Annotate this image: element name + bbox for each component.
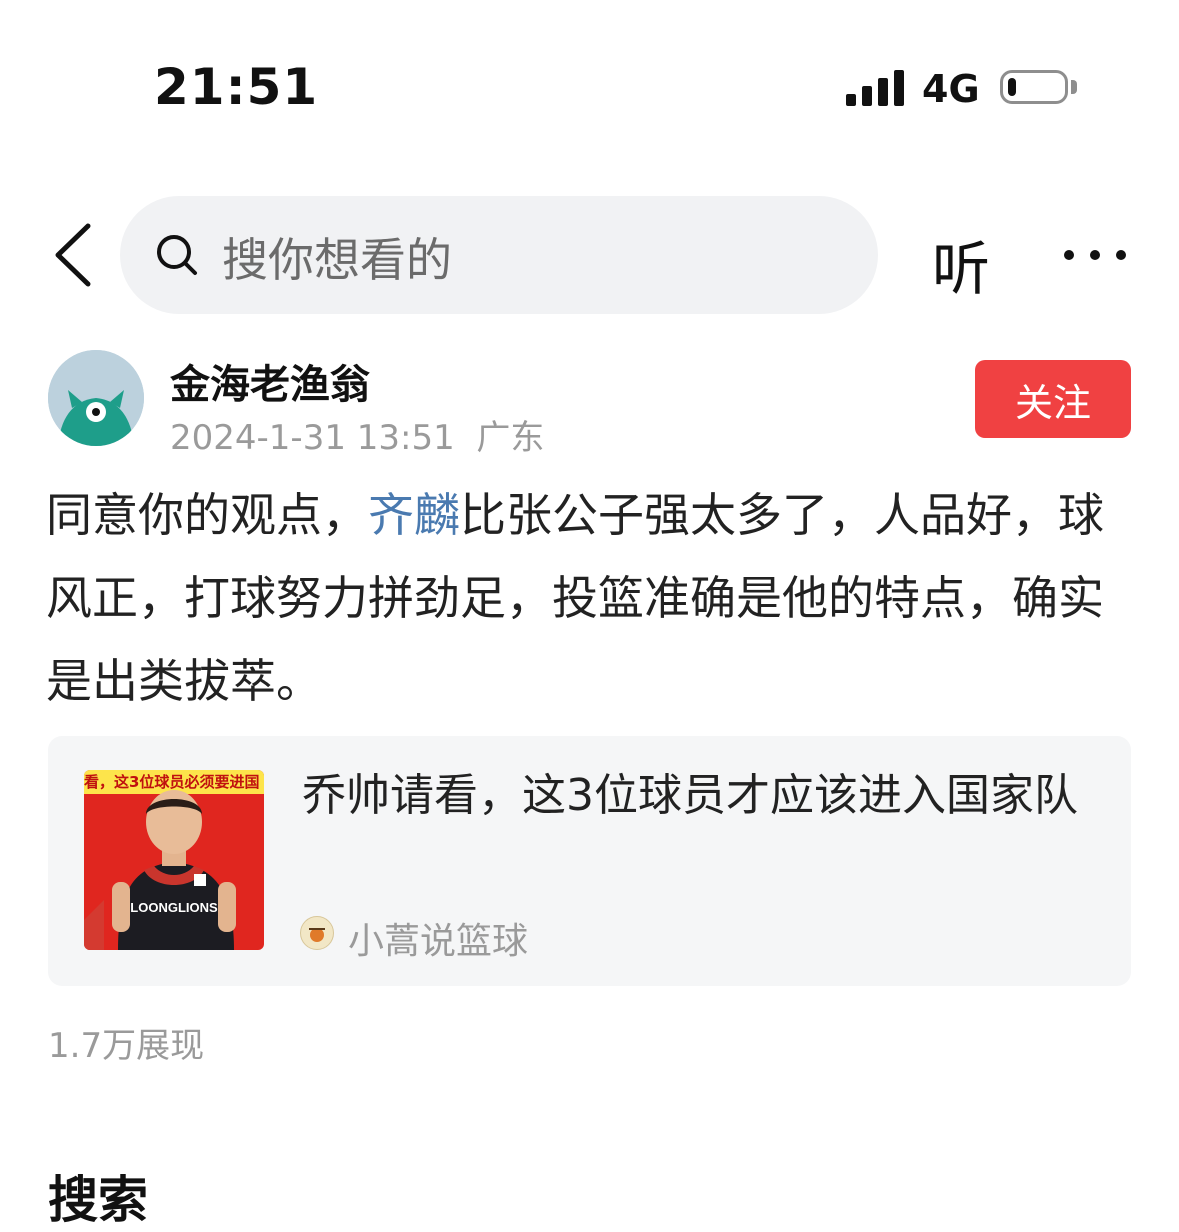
more-dot-icon [1090, 250, 1100, 260]
more-dot-icon [1064, 250, 1074, 260]
section-title: 搜索 [48, 1171, 148, 1229]
network-type: 4G [922, 67, 980, 111]
listen-button[interactable]: 听 [932, 222, 990, 306]
article-thumbnail: 看，这3位球员必须要进国 LOONGLIONS [84, 770, 264, 950]
post-date: 2024-1-31 13:51 [170, 418, 455, 458]
more-button[interactable] [1062, 248, 1128, 262]
more-dot-icon [1116, 250, 1126, 260]
author-name[interactable]: 金海老渔翁 [170, 352, 370, 410]
source-avatar-icon [300, 916, 334, 950]
battery-cap [1071, 80, 1077, 94]
post-location: 广东 [476, 418, 545, 458]
post-mention-link[interactable]: 齐麟 [368, 488, 460, 542]
chevron-left-icon [55, 223, 91, 287]
battery-level [1008, 78, 1016, 96]
basketball-player-icon: LOONGLIONS [84, 790, 236, 950]
article-title[interactable]: 乔帅请看，这3位球员才应该进入国家队 [302, 766, 1102, 826]
source-name[interactable]: 小蒿说篮球 [348, 912, 528, 964]
thumbnail-jersey-text: LOONGLIONS [130, 900, 218, 915]
view-count: 1.7万展现 [48, 1026, 205, 1066]
avatar[interactable] [48, 350, 144, 446]
follow-button[interactable]: 关注 [975, 360, 1131, 438]
post-text: 同意你的观点，齐麟比张公子强太多了，人品好，球风正，打球努力拼劲足，投篮准确是他… [46, 474, 1142, 723]
post-text-before: 同意你的观点， [46, 488, 368, 542]
back-button[interactable] [52, 222, 96, 288]
post-meta: 2024-1-31 13:51 广东 [170, 410, 544, 459]
battery-icon [1000, 70, 1068, 104]
signal-icon [846, 70, 906, 106]
search-icon [156, 234, 198, 276]
monster-avatar-icon [48, 350, 144, 446]
search-placeholder[interactable]: 搜你想看的 [222, 224, 452, 290]
status-time: 21:51 [154, 58, 319, 116]
